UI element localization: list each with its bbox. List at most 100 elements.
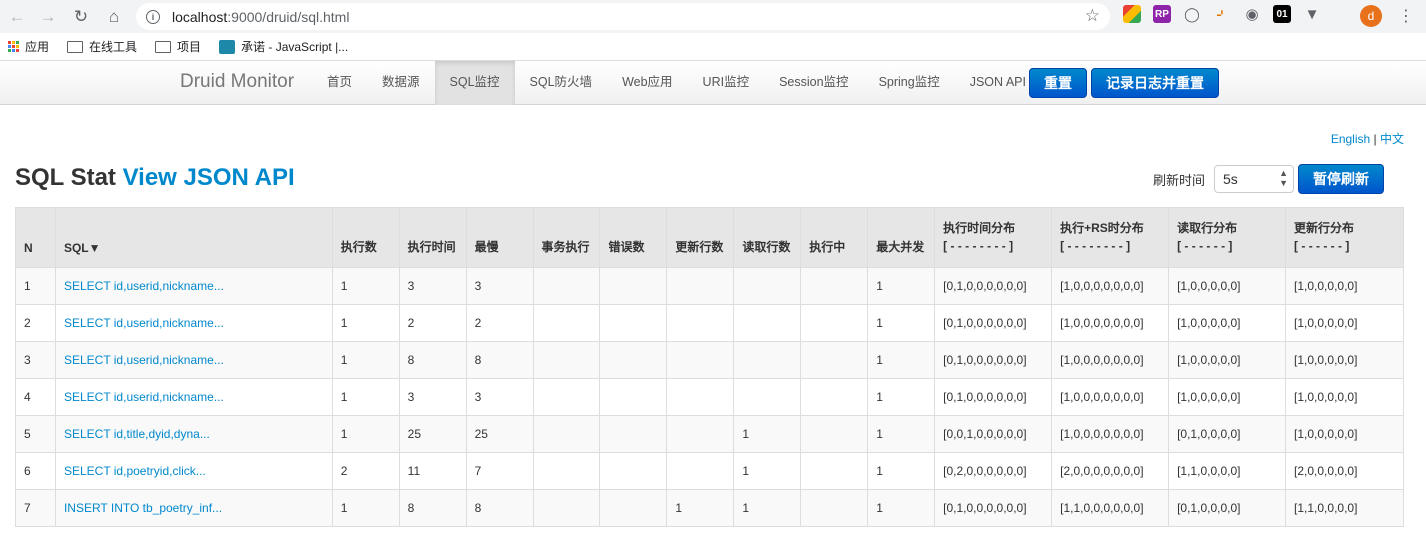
log-and-reset-button[interactable]: 记录日志并重置	[1091, 68, 1219, 98]
col-header-max-concurrency[interactable]: 最大并发	[867, 207, 936, 268]
sql-link[interactable]: SELECT id,userid,nickname...	[64, 353, 224, 367]
url-path: :9000/druid/sql.html	[227, 8, 350, 25]
page-title: SQL Stat View JSON API	[15, 164, 295, 192]
profile-avatar[interactable]: d	[1360, 5, 1382, 27]
col-header-exec-time[interactable]: 执行时间	[398, 207, 467, 268]
bookmark-apps[interactable]: 应用	[8, 38, 49, 55]
cell-update-dist: [1,1,0,0,0,0]	[1285, 489, 1404, 527]
col-header-read-dist[interactable]: 读取行分布 [ - - - - - - ]	[1168, 207, 1287, 268]
nav-datasource[interactable]: 数据源	[367, 61, 435, 105]
sql-link[interactable]: SELECT id,userid,nickname...	[64, 390, 224, 404]
nav-uri-monitor[interactable]: URI监控	[688, 61, 765, 105]
cell-read-rows	[733, 378, 802, 416]
address-bar[interactable]: i localhost:9000/druid/sql.html ☆	[136, 3, 1110, 30]
nav-home[interactable]: 首页	[312, 61, 367, 105]
col-header-tx[interactable]: 事务执行	[532, 207, 601, 268]
table-row: 7 INSERT INTO tb_poetry_inf... 1 8 8 1 1…	[15, 489, 1404, 527]
nav-sql-firewall[interactable]: SQL防火墙	[515, 61, 608, 105]
app-navbar: Druid Monitor 首页 数据源 SQL监控 SQL防火墙 Web应用 …	[0, 61, 1426, 105]
header-title: 读取行分布	[1177, 221, 1238, 235]
brand[interactable]: Druid Monitor	[180, 71, 294, 93]
cell-read-rows	[733, 267, 802, 305]
bookmark-online-tools[interactable]: 在线工具	[67, 38, 137, 55]
cell-exec-time-dist: [0,1,0,0,0,0,0,0]	[934, 341, 1053, 379]
bookmark-projects[interactable]: 项目	[155, 38, 201, 55]
col-header-read-rows[interactable]: 读取行数	[733, 207, 802, 268]
cell-running	[800, 304, 869, 342]
extension-icon[interactable]	[1123, 5, 1141, 23]
nav-session-monitor[interactable]: Session监控	[764, 61, 863, 105]
bookmark-label: 在线工具	[89, 40, 138, 54]
nav-items: 首页 数据源 SQL监控 SQL防火墙 Web应用 URI监控 Session监…	[312, 61, 1041, 105]
extension-globe-icon[interactable]: ◉	[1243, 5, 1261, 23]
extension-rp-icon[interactable]: RP	[1153, 5, 1171, 23]
cell-exec-time: 25	[398, 415, 467, 453]
col-header-update-rows[interactable]: 更新行数	[666, 207, 735, 268]
back-arrow-icon[interactable]: ←	[2, 2, 32, 32]
sql-link[interactable]: SELECT id,userid,nickname...	[64, 279, 224, 293]
pause-refresh-button[interactable]: 暂停刷新	[1298, 164, 1384, 194]
cell-exec-rs-dist: [1,0,0,0,0,0,0,0]	[1051, 304, 1170, 342]
col-header-sql[interactable]: SQL▼	[54, 207, 333, 268]
bookmark-label: 项目	[177, 40, 202, 54]
sql-link[interactable]: SELECT id,poetryid,click...	[64, 464, 206, 478]
cell-exec-time-dist: [0,1,0,0,0,0,0,0]	[934, 489, 1053, 527]
view-json-api-link[interactable]: View JSON API	[123, 164, 295, 191]
nav-web-app[interactable]: Web应用	[607, 61, 687, 105]
cell-slowest: 8	[465, 341, 534, 379]
refresh-interval-select[interactable]: 5s ▲ ▼	[1214, 165, 1294, 193]
col-header-errors[interactable]: 错误数	[599, 207, 668, 268]
sql-link[interactable]: SELECT id,title,dyid,dyna...	[64, 427, 210, 441]
col-header-slowest[interactable]: 最慢	[465, 207, 534, 268]
extension-bike-icon[interactable]: ◯	[1183, 5, 1201, 23]
col-header-exec-rs-dist[interactable]: 执行+RS时分布 [ - - - - - - - - ]	[1051, 207, 1170, 268]
cell-n: 3	[15, 341, 56, 379]
info-icon[interactable]: i	[146, 9, 160, 24]
cell-max-concurrency: 1	[867, 489, 936, 527]
lang-chinese-link[interactable]: 中文	[1380, 132, 1404, 146]
col-header-running[interactable]: 执行中	[800, 207, 869, 268]
cell-exec-time: 3	[398, 267, 467, 305]
cell-read-rows: 1	[733, 489, 802, 527]
nav-spring-monitor[interactable]: Spring监控	[864, 61, 955, 105]
cell-exec-time: 11	[398, 452, 467, 490]
cell-sql: SELECT id,title,dyid,dyna...	[54, 415, 333, 453]
reset-button[interactable]: 重置	[1029, 68, 1087, 98]
cell-read-dist: [0,1,0,0,0,0]	[1168, 415, 1287, 453]
cell-errors	[599, 452, 668, 490]
extension-triangle-icon[interactable]: ▼	[1303, 5, 1321, 23]
col-header-exec-time-dist[interactable]: 执行时间分布 [ - - - - - - - - ]	[934, 207, 1053, 268]
col-header-update-dist[interactable]: 更新行分布 [ - - - - - - ]	[1285, 207, 1404, 268]
menu-kebab-icon[interactable]: ⋮	[1398, 6, 1414, 26]
cell-exec-count: 1	[331, 304, 400, 342]
col-header-n[interactable]: N	[15, 207, 56, 268]
extension-01-icon[interactable]: 01	[1273, 5, 1291, 23]
lang-english-link[interactable]: English	[1331, 132, 1370, 146]
cell-read-rows	[733, 341, 802, 379]
cell-exec-time: 2	[398, 304, 467, 342]
cell-max-concurrency: 1	[867, 341, 936, 379]
cell-exec-rs-dist: [1,0,0,0,0,0,0,0]	[1051, 378, 1170, 416]
cell-read-dist: [0,1,0,0,0,0]	[1168, 489, 1287, 527]
sql-stat-table: N SQL▼ 执行数 执行时间 最慢 事务执行 错误数 更新行数 读取行数 执行…	[15, 207, 1404, 527]
cell-update-dist: [1,0,0,0,0,0]	[1285, 267, 1404, 305]
cell-sql: SELECT id,userid,nickname...	[54, 341, 333, 379]
table-row: 5 SELECT id,title,dyid,dyna... 1 25 25 1…	[15, 415, 1404, 453]
bookmark-star-icon[interactable]: ☆	[1085, 6, 1100, 26]
cell-read-dist: [1,1,0,0,0,0]	[1168, 452, 1287, 490]
sql-link[interactable]: INSERT INTO tb_poetry_inf...	[64, 501, 222, 515]
nav-sql-monitor[interactable]: SQL监控	[434, 61, 515, 105]
bookmark-promise[interactable]: 承诺 - JavaScript |...	[219, 38, 348, 55]
reload-icon[interactable]: ↻	[66, 2, 96, 32]
cell-n: 4	[15, 378, 56, 416]
forward-arrow-icon[interactable]: →	[33, 2, 63, 32]
extension-pin-icon[interactable]: ⌏	[1213, 5, 1231, 23]
cell-sql: SELECT id,userid,nickname...	[54, 267, 333, 305]
col-header-exec-count[interactable]: 执行数	[331, 207, 400, 268]
cell-update-rows	[666, 378, 735, 416]
cell-n: 2	[15, 304, 56, 342]
cell-update-rows	[666, 341, 735, 379]
home-icon[interactable]: ⌂	[99, 2, 129, 32]
refresh-interval-value: 5s	[1223, 171, 1238, 187]
sql-link[interactable]: SELECT id,userid,nickname...	[64, 316, 224, 330]
